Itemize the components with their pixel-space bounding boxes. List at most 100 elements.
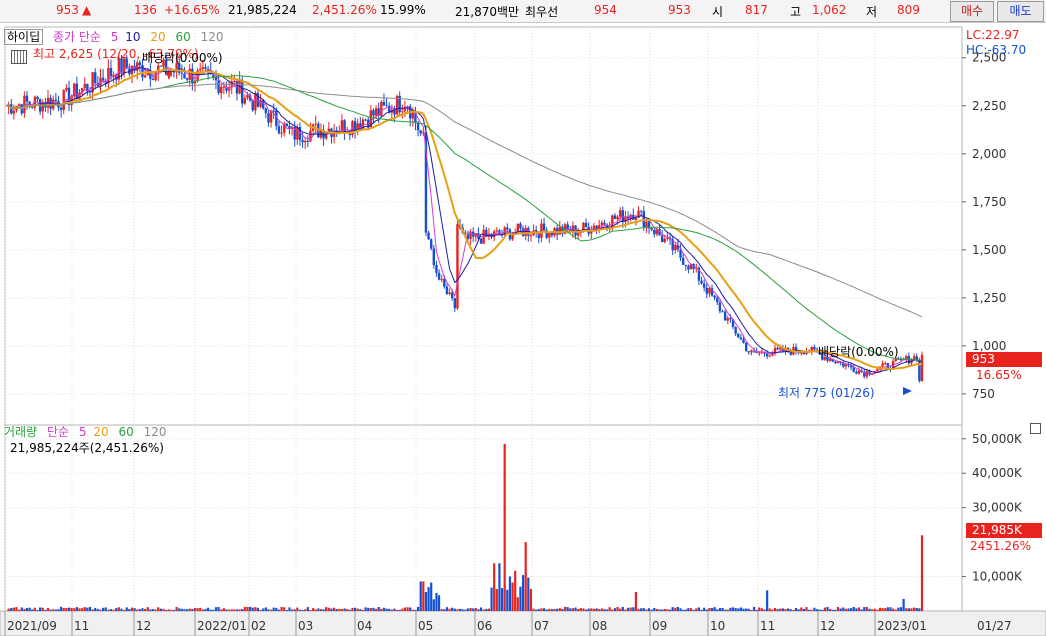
- legend-ma20: 20: [150, 30, 166, 44]
- legend-stock-name[interactable]: 하이딥: [4, 29, 44, 45]
- volume-bar: [668, 609, 672, 611]
- volume-bar: [674, 607, 677, 611]
- candle-body: [876, 369, 879, 372]
- volume-bar: [784, 609, 787, 611]
- volume-bar: [451, 607, 454, 611]
- volume-bar: [214, 607, 218, 611]
- volume-bar: [340, 609, 344, 611]
- candle-body: [372, 110, 375, 116]
- volume-bar: [771, 609, 774, 611]
- volume-y-tick-label: 10,000K: [972, 570, 1023, 584]
- volume-bar: [259, 609, 262, 611]
- x-tick-label: 01/27: [977, 619, 1012, 633]
- volume-bar: [262, 608, 265, 611]
- candle-body: [138, 62, 142, 66]
- volume-bar: [794, 608, 798, 611]
- sell-button[interactable]: 매도: [997, 1, 1044, 22]
- volume-bar: [918, 608, 921, 611]
- volume-bar: [39, 607, 42, 611]
- volume-bar: [758, 607, 761, 611]
- volume-bar: [653, 607, 656, 611]
- volume-bar: [818, 609, 821, 611]
- candle-body: [277, 126, 281, 134]
- calendar-icon[interactable]: [11, 50, 27, 64]
- volume-bar: [351, 607, 354, 611]
- volume-bar: [311, 608, 315, 611]
- last-volume-pct: 2451.26%: [970, 539, 1032, 553]
- volume-bar: [498, 563, 501, 611]
- candle-body: [813, 346, 816, 350]
- volume-bar: [238, 609, 241, 611]
- volume-panel-toggle-icon[interactable]: [1030, 423, 1041, 434]
- candle-body: [204, 67, 207, 69]
- volume-bar: [83, 607, 86, 611]
- legend-ma120: 120: [200, 30, 224, 44]
- volume-bar: [233, 609, 236, 611]
- volume-bar: [910, 608, 913, 611]
- hc-label: HC:-63.70: [966, 43, 1027, 57]
- vol-legend-ma5: 5: [78, 425, 87, 439]
- candle-body: [613, 215, 617, 220]
- volume-bar: [600, 608, 603, 611]
- volume-bar: [603, 609, 606, 611]
- volume-bar: [382, 607, 386, 611]
- volume-bar: [516, 597, 519, 611]
- vol-legend-name[interactable]: 거래량: [4, 425, 37, 439]
- candle-body: [17, 104, 21, 106]
- candle-body: [220, 86, 223, 93]
- candle-body: [776, 347, 779, 350]
- volume-bar: [338, 608, 341, 611]
- volume-bar: [314, 609, 317, 611]
- volume-bar: [842, 607, 845, 611]
- volume-bar: [298, 609, 302, 611]
- candle-body: [884, 363, 887, 365]
- candle-body: [25, 95, 29, 102]
- candle-body: [721, 311, 724, 313]
- volume-bar: [682, 609, 685, 611]
- candle-body: [432, 248, 436, 266]
- candle-body: [529, 235, 533, 237]
- candle-body: [272, 110, 275, 112]
- volume-bar: [810, 609, 813, 611]
- volume-bar: [141, 608, 144, 611]
- volume-bar: [613, 608, 617, 611]
- volume-bar: [112, 609, 115, 611]
- volume-bar: [766, 590, 769, 611]
- volume-bar: [280, 606, 283, 611]
- trade-amount: 21,870백만: [455, 5, 520, 19]
- volume-bar: [485, 608, 488, 611]
- candle-body: [653, 229, 656, 235]
- candle-body: [716, 297, 719, 303]
- volume-bar: [577, 609, 580, 611]
- volume-bar: [629, 607, 632, 611]
- candle-body: [702, 283, 706, 288]
- volume-bar: [863, 607, 866, 611]
- volume-bar: [115, 608, 118, 611]
- buy-button[interactable]: 매수: [950, 1, 994, 22]
- volume-bar: [529, 589, 533, 611]
- open-label: 시: [712, 5, 724, 19]
- legend-ma5: 5: [110, 30, 119, 44]
- volume-bar: [343, 608, 346, 611]
- volume-bar: [427, 587, 430, 611]
- candle-body: [429, 239, 433, 249]
- volume-bar: [634, 592, 638, 611]
- candle-body: [214, 77, 218, 81]
- price-y-tick-label: 750: [972, 387, 995, 401]
- ex-dividend-label-1: 배당락(0.00%): [142, 51, 223, 65]
- volume-bar: [472, 608, 475, 611]
- volume-bar: [726, 609, 729, 611]
- candle-body: [12, 110, 16, 114]
- volume-bar: [49, 609, 52, 611]
- volume-bar: [144, 608, 147, 611]
- volume-bar: [414, 609, 417, 611]
- volume-bar: [637, 608, 640, 611]
- volume-bar: [734, 608, 737, 611]
- volume-bar: [23, 608, 26, 611]
- stock-chart[interactable]: 2021/09 11 12 2022/01 02 03 04 05 06 07 08 09 10 11 12…: [0, 25, 1046, 636]
- open-price: 817: [745, 3, 768, 17]
- quote-bar: 953 ▲ 136 +16.65% 21,985,224 2,451.26% 1…: [0, 0, 1046, 23]
- volume-bar: [319, 609, 323, 611]
- last-price-pct: 16.65%: [976, 368, 1022, 382]
- volume-bar: [747, 608, 750, 611]
